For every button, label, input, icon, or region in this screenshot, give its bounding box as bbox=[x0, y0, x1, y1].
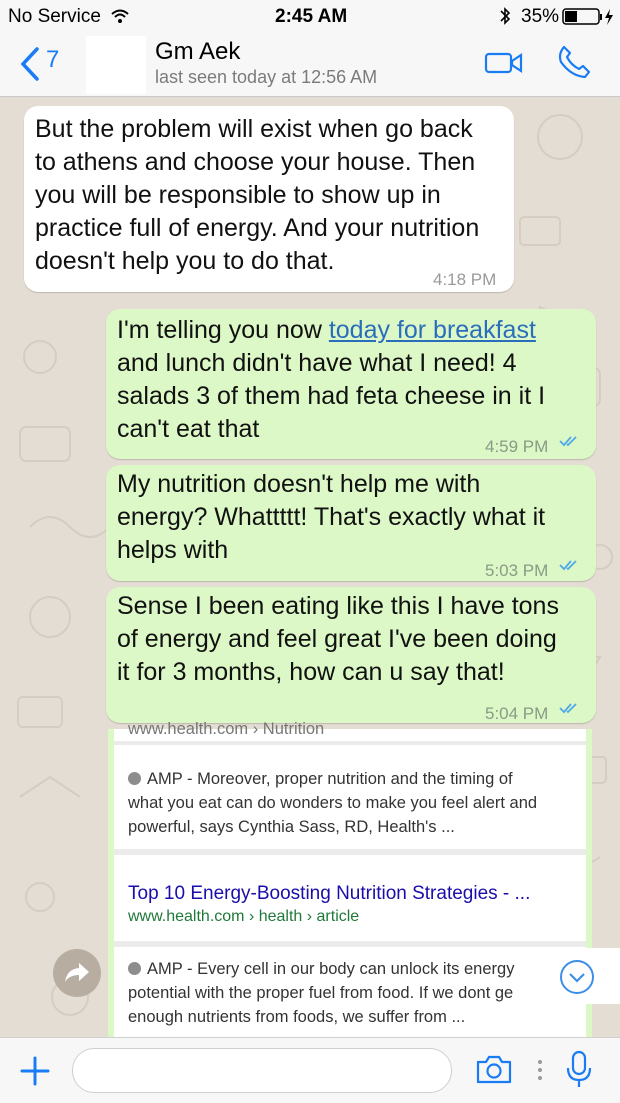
forward-icon bbox=[65, 963, 89, 982]
chevron-down-icon bbox=[560, 960, 594, 994]
phone-icon[interactable] bbox=[556, 44, 592, 80]
bluetooth-icon bbox=[500, 7, 511, 25]
last-seen-status: last seen today at 12:56 AM bbox=[155, 67, 378, 87]
message-link[interactable]: today for breakfast bbox=[329, 316, 536, 344]
more-options-icon[interactable] bbox=[535, 1058, 545, 1082]
wifi-icon bbox=[111, 9, 129, 23]
message-text: But the problem will exist when go back t… bbox=[35, 115, 480, 275]
chat-area[interactable]: But the problem will exist when go back t… bbox=[0, 97, 620, 1037]
clock: 2:45 AM bbox=[275, 6, 348, 27]
message-bubble-outgoing[interactable]: Sense I been eating like this I have ton… bbox=[106, 587, 596, 723]
input-bar bbox=[0, 1037, 620, 1103]
message-bubble-incoming[interactable]: But the problem will exist when go back t… bbox=[24, 106, 514, 292]
plus-icon[interactable] bbox=[20, 1056, 50, 1086]
read-receipt-icon bbox=[559, 560, 577, 571]
result-snippet: AMP - Moreover, proper nutrition and the… bbox=[128, 770, 538, 836]
back-button-count[interactable]: 7 bbox=[46, 46, 59, 74]
result-url: www.health.com › health › article bbox=[128, 908, 360, 925]
scroll-to-bottom-button[interactable] bbox=[558, 948, 620, 1004]
message-text: I'm telling you now today for breakfast a… bbox=[117, 316, 546, 443]
microphone-icon[interactable] bbox=[564, 1050, 594, 1090]
result-snippet: AMP - Every cell in our body can unlock … bbox=[128, 960, 515, 1026]
message-text: My nutrition doesn't help me with energy?… bbox=[117, 470, 546, 564]
avatar[interactable] bbox=[86, 36, 146, 94]
clipped-url: www.health.com › Nutrition bbox=[128, 720, 325, 738]
chevron-left-icon[interactable] bbox=[18, 46, 42, 82]
search-results-image: www.health.com › Nutrition AMP - Moreove… bbox=[114, 720, 586, 1037]
contact-name[interactable]: Gm Aek bbox=[155, 38, 240, 66]
chat-header: 7 Gm Aek last seen today at 12:56 AM bbox=[0, 32, 620, 97]
message-time: 4:59 PM bbox=[485, 437, 549, 456]
image-message[interactable]: www.health.com › Nutrition AMP - Moreove… bbox=[108, 720, 592, 1037]
read-receipt-icon bbox=[559, 703, 577, 714]
battery-percent: 35% bbox=[521, 6, 560, 27]
message-time: 5:04 PM bbox=[485, 704, 549, 723]
message-time: 4:18 PM bbox=[433, 270, 497, 289]
video-camera-icon[interactable] bbox=[484, 50, 524, 76]
status-bar: No Service 2:45 AM 35% bbox=[0, 0, 620, 32]
result-title[interactable]: Top 10 Energy-Boosting Nutrition Strateg… bbox=[128, 883, 530, 905]
message-input[interactable] bbox=[72, 1048, 452, 1093]
message-time: 5:03 PM bbox=[485, 561, 549, 580]
camera-icon[interactable] bbox=[475, 1053, 513, 1085]
carrier-label: No Service bbox=[8, 6, 101, 27]
message-bubble-outgoing[interactable]: I'm telling you now today for breakfast a… bbox=[106, 309, 596, 459]
battery-icon bbox=[562, 8, 613, 25]
message-bubble-outgoing[interactable]: My nutrition doesn't help me with energy?… bbox=[106, 465, 596, 581]
message-text: Sense I been eating like this I have ton… bbox=[117, 592, 559, 686]
forward-button[interactable] bbox=[53, 949, 101, 997]
read-receipt-icon bbox=[559, 436, 577, 447]
